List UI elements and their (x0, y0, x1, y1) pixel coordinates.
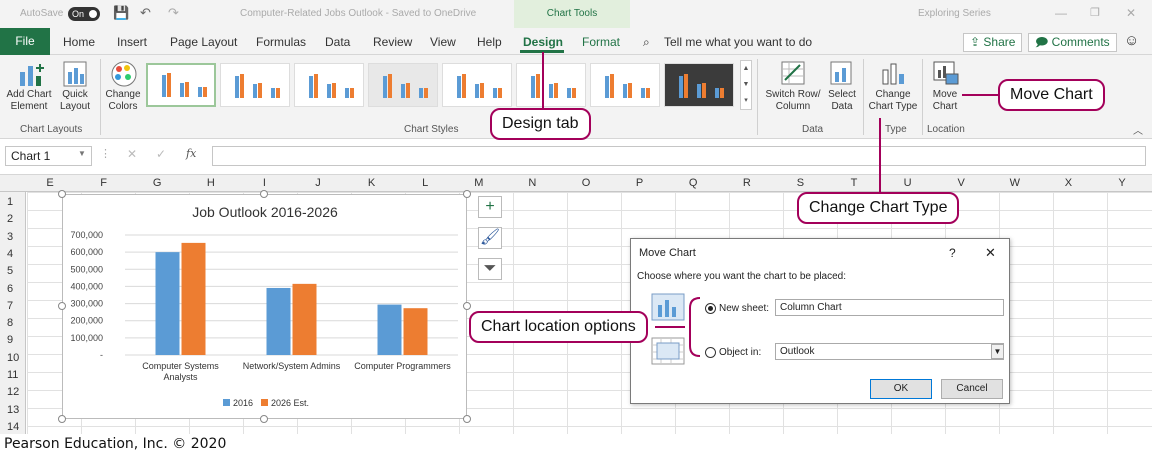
callout-move-chart: Move Chart (998, 79, 1105, 111)
callout-chart-location-options: Chart location options (469, 311, 648, 343)
callout-leader-lines (542, 52, 998, 357)
callout-change-chart-type: Change Chart Type (797, 192, 960, 224)
copyright-footer: Pearson Education, Inc. © 2020 (4, 436, 227, 452)
callout-design-tab: Design tab (490, 108, 591, 140)
